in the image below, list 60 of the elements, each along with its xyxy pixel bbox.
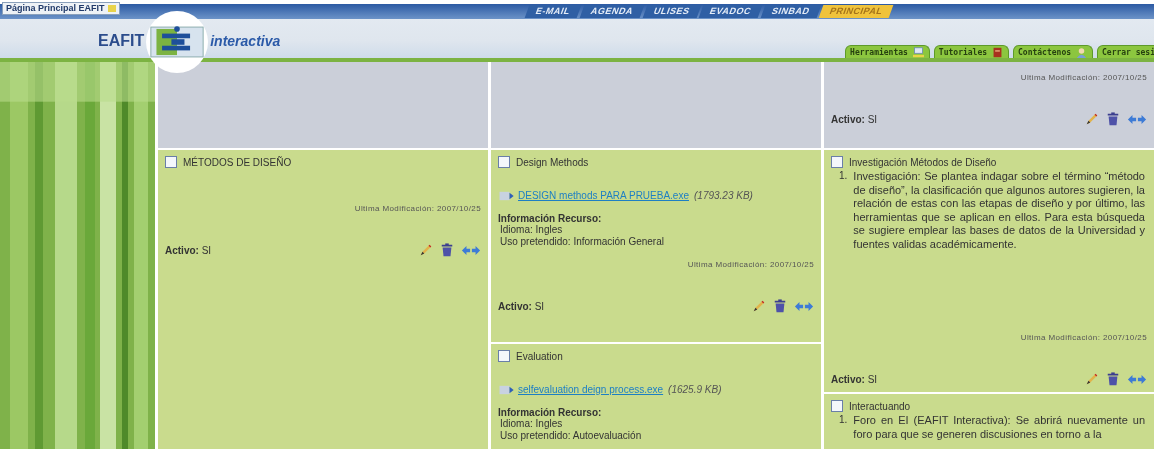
- item-title: Design Methods: [516, 156, 589, 168]
- tool-tab[interactable]: Tutoriales: [933, 45, 1010, 58]
- description-text: Investigación: Se plantea indagar sobre el término “método de diseño”, la clasificación que algunos autores sugieren, la relación de estas con las etapas de diseño y por último, las herramientas que se aplican en ellos. Para esta búsqueda se sugiere emplear las bases de datos de la Universidad y fuentes validas académicamente.: [853, 170, 1146, 251]
- modified-date: Ultima Modificación: 2007/10/25: [353, 204, 481, 213]
- move-arrows-icon[interactable]: [1127, 113, 1147, 125]
- file-link[interactable]: selfevaluation deign process.exe: [518, 384, 664, 395]
- tool-tab[interactable]: Contáctenos: [1013, 45, 1093, 58]
- home-link[interactable]: Página Principal EAFIT: [2, 2, 120, 15]
- list-number: 1.: [839, 414, 848, 427]
- item-title: MÉTODOS DE DISEÑO: [183, 156, 292, 168]
- file-arrow-icon: [498, 384, 516, 395]
- nav-tab[interactable]: AGENDA: [579, 5, 644, 18]
- pencil-icon[interactable]: [419, 243, 433, 257]
- move-arrows-icon[interactable]: [461, 244, 481, 256]
- info-line: Idioma: Ingles: [499, 224, 564, 236]
- trash-icon[interactable]: [1106, 372, 1120, 386]
- modified-date: Ultima Modificación: 2007/10/25: [686, 260, 814, 269]
- modified-date: Ultima Modificación: 2007/10/25: [1019, 333, 1147, 342]
- brand-name: EAFIT: [98, 32, 145, 50]
- move-arrows-icon[interactable]: [794, 300, 814, 312]
- checkbox[interactable]: [498, 350, 510, 362]
- active-status: Activo: SI: [498, 300, 545, 312]
- active-status: Activo: SI: [165, 244, 212, 256]
- file-link[interactable]: DESIGN methods PARA PRUEBA.exe: [518, 190, 689, 201]
- info-line: Uso pretendido: Autoevaluación: [499, 430, 643, 442]
- info-heading: Información Recurso:: [498, 213, 603, 224]
- checkbox[interactable]: [831, 156, 843, 168]
- nav-tab[interactable]: ULISES: [642, 5, 701, 18]
- person-icon: [1075, 46, 1088, 58]
- nav-tab[interactable]: E-MAIL: [524, 5, 581, 18]
- info-line: Idioma: Ingles: [499, 418, 564, 430]
- computer-icon: [911, 46, 925, 58]
- tool-tab[interactable]: Cerrar sesi: [1097, 45, 1154, 58]
- active-status: Activo: SI: [831, 373, 878, 385]
- checkbox[interactable]: [165, 156, 177, 168]
- pencil-icon[interactable]: [1085, 112, 1099, 126]
- item-title: Investigación Métodos de Diseño: [849, 156, 997, 168]
- list-number: 1.: [839, 170, 848, 183]
- modified-date: Ultima Modificación: 2007/10/25: [1019, 73, 1147, 82]
- trash-icon[interactable]: [773, 299, 787, 313]
- trash-icon[interactable]: [440, 243, 454, 257]
- description-text: Foro en EI (EAFIT Interactiva): Se abrirá nuevamente un foro para que se generen discusiones en torno a la: [853, 414, 1146, 441]
- file-size: (1793.23 KB): [694, 190, 753, 201]
- nav-tab[interactable]: EVADOC: [698, 5, 763, 18]
- item-title: Interactuando: [849, 400, 911, 412]
- file-size: (1625.9 KB): [668, 384, 722, 395]
- pencil-icon[interactable]: [752, 299, 766, 313]
- active-status: Activo: SI: [831, 113, 878, 125]
- trash-icon[interactable]: [1106, 112, 1120, 126]
- brand-suffix: interactiva: [210, 33, 281, 49]
- item-title: Evaluation: [516, 350, 563, 362]
- checkbox[interactable]: [831, 400, 843, 412]
- checkbox[interactable]: [498, 156, 510, 168]
- info-line: Uso pretendido: Información General: [499, 236, 665, 248]
- move-arrows-icon[interactable]: [1127, 373, 1147, 385]
- tool-tab[interactable]: Herramientas: [845, 45, 930, 58]
- info-heading: Información Recurso:: [498, 407, 603, 418]
- pencil-icon[interactable]: [1085, 372, 1099, 386]
- file-arrow-icon: [498, 190, 516, 201]
- nav-tab[interactable]: SINBAD: [760, 5, 821, 18]
